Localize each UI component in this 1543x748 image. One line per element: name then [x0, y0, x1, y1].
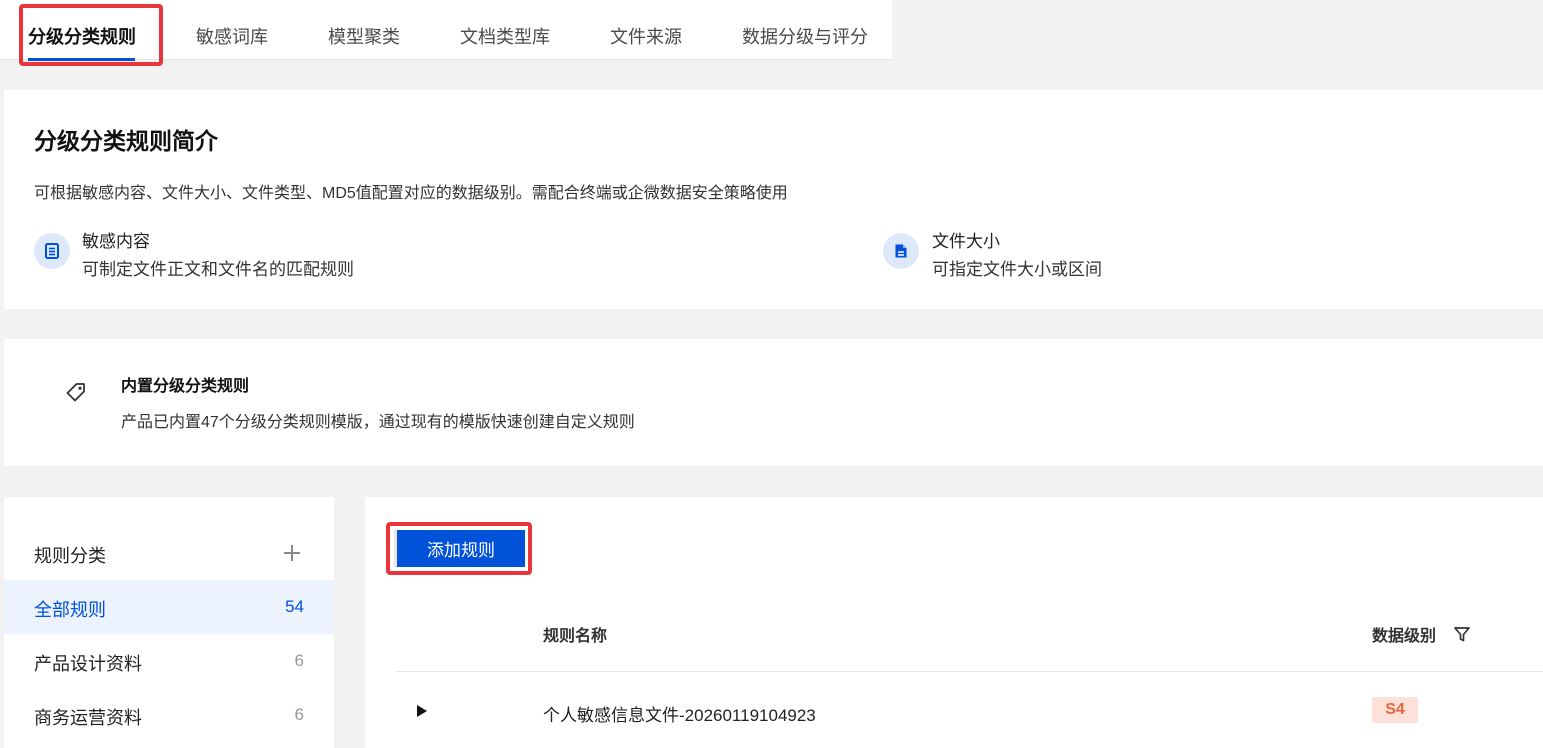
column-header-level: 数据级别	[1372, 628, 1437, 645]
active-tab-indicator	[28, 58, 135, 61]
caret-right-icon[interactable]	[416, 704, 428, 718]
sidebar-item-label: 全部规则	[34, 600, 106, 620]
builtin-rules-title: 内置分级分类规则	[121, 378, 250, 395]
data-level-badge: S4	[1372, 697, 1418, 723]
intro-title: 分级分类规则简介	[34, 128, 218, 154]
document-list-icon	[34, 233, 70, 269]
plus-icon[interactable]	[282, 543, 302, 563]
feature-sensitive-content-desc: 可制定文件正文和文件名的匹配规则	[82, 260, 354, 279]
rule-name: 个人敏感信息文件-20260119104923	[543, 706, 816, 725]
sidebar-item-product-design[interactable]: 产品设计资料 6	[4, 634, 334, 688]
sidebar-item-business-operations[interactable]: 商务运营资料 6	[4, 688, 334, 742]
feature-sensitive-content-title: 敏感内容	[82, 232, 150, 251]
sidebar-header: 规则分类	[34, 546, 106, 566]
builtin-rules-card[interactable]	[4, 339, 1543, 466]
intro-description: 可根据敏感内容、文件大小、文件类型、MD5值配置对应的数据级别。需配合终端或企微…	[34, 185, 788, 202]
filter-icon[interactable]	[1453, 625, 1471, 643]
tab-file-source[interactable]: 文件来源	[610, 0, 682, 60]
table-header-divider	[396, 671, 1543, 672]
sidebar-item-label: 产品设计资料	[34, 654, 142, 674]
tab-sensitive-words[interactable]: 敏感词库	[196, 0, 268, 60]
tab-doc-type-library[interactable]: 文档类型库	[460, 0, 550, 60]
file-size-icon	[883, 233, 919, 269]
sidebar-item-count: 54	[285, 597, 304, 616]
tab-model-clustering[interactable]: 模型聚类	[328, 0, 400, 60]
rules-table-card	[365, 497, 1543, 748]
builtin-rules-desc: 产品已内置47个分级分类规则模版，通过现有的模版快速创建自定义规则	[121, 414, 635, 431]
feature-file-size-title: 文件大小	[932, 232, 1000, 251]
sidebar-item-all-rules[interactable]: 全部规则 54	[4, 580, 334, 634]
column-header-name: 规则名称	[543, 628, 608, 645]
sidebar-item-count: 6	[294, 651, 304, 670]
sidebar-item-label: 商务运营资料	[34, 708, 142, 728]
tab-classification-rules[interactable]: 分级分类规则	[28, 0, 136, 60]
sidebar-item-count: 6	[294, 705, 304, 724]
add-rule-button[interactable]: 添加规则	[394, 530, 525, 567]
tab-data-grading[interactable]: 数据分级与评分	[742, 0, 868, 60]
tag-icon	[64, 381, 88, 410]
tab-bar: 分级分类规则 敏感词库 模型聚类 文档类型库 文件来源 数据分级与评分	[0, 0, 892, 61]
feature-file-size-desc: 可指定文件大小或区间	[932, 260, 1102, 279]
